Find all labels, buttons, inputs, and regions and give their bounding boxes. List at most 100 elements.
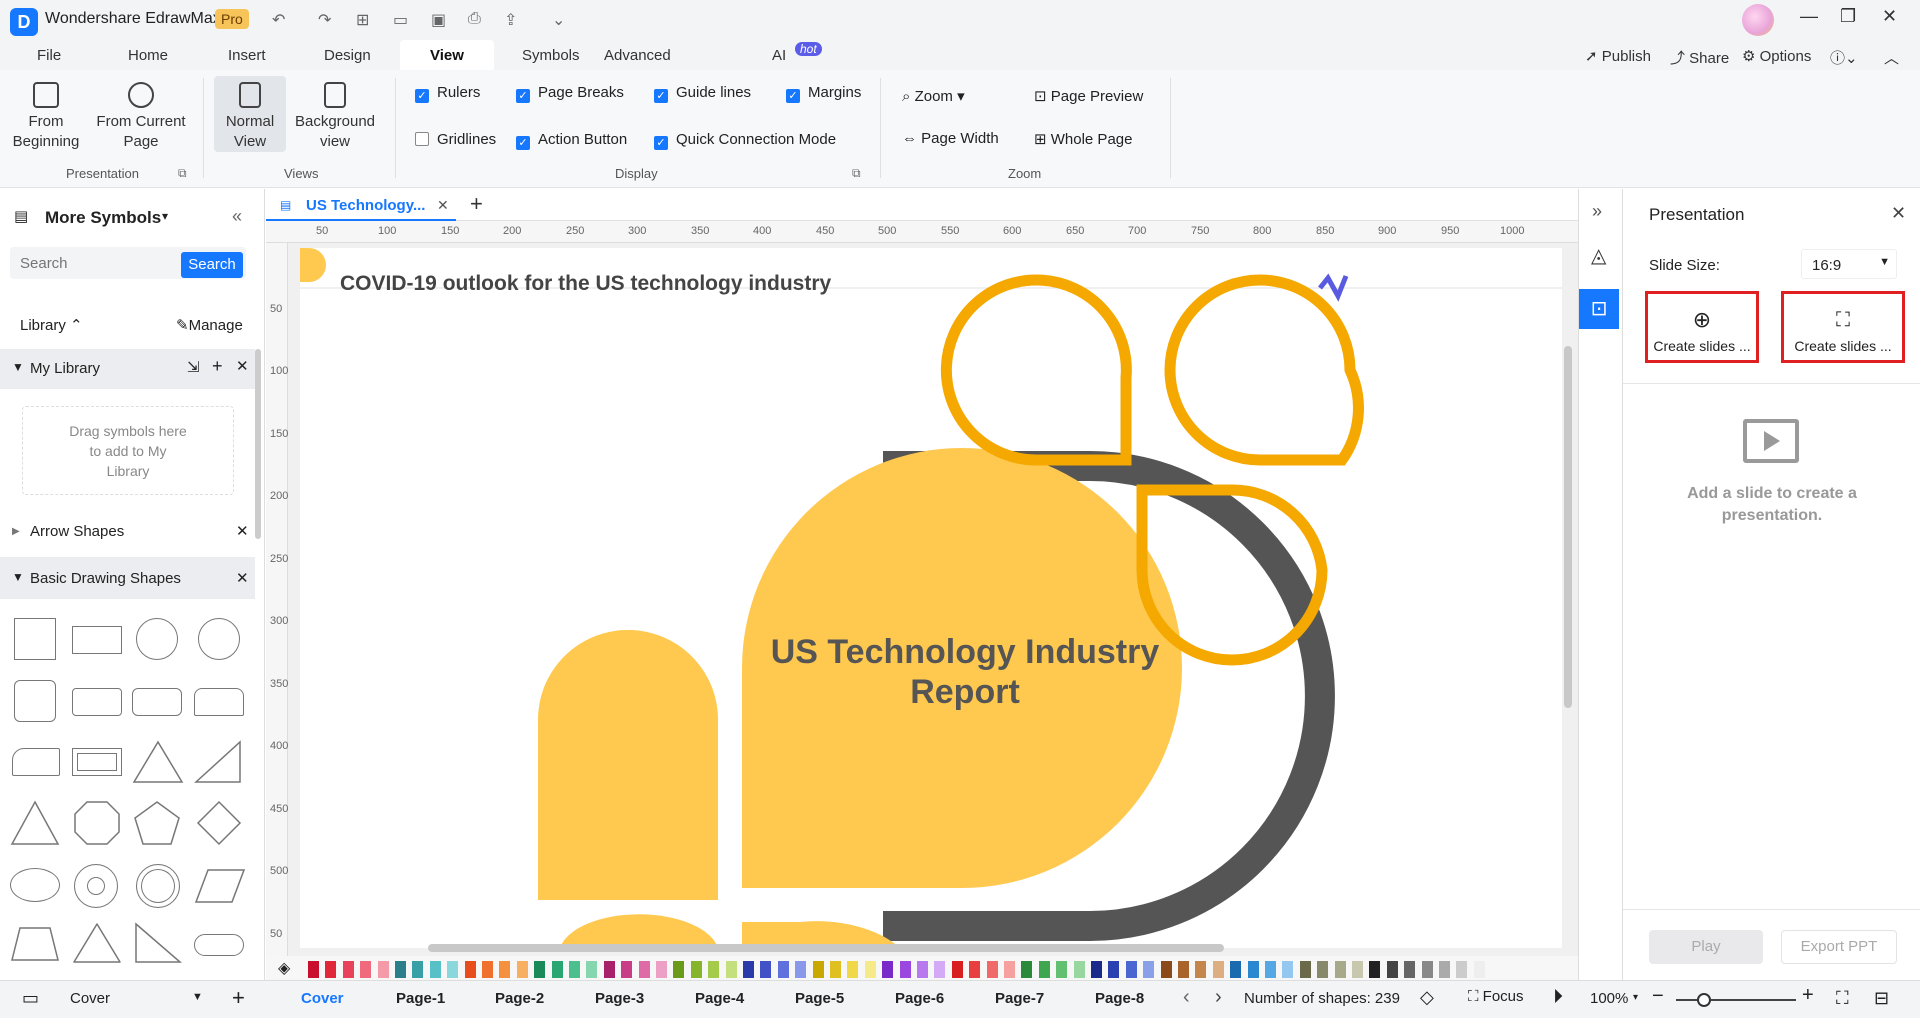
library-toggle[interactable]: Library ⌃	[20, 316, 83, 334]
redo-icon[interactable]: ↷	[318, 10, 331, 30]
current-page-select[interactable]: Cover	[70, 990, 110, 1007]
frame-shape[interactable]	[72, 748, 122, 776]
open-folder-icon[interactable]: ▭	[393, 10, 408, 30]
page-tab-5[interactable]: Page-5	[795, 990, 844, 1007]
close-icon[interactable]: ✕	[236, 357, 249, 375]
collapse-ribbon-icon[interactable]: ︿	[1884, 47, 1899, 68]
color-swatch[interactable]	[882, 961, 894, 978]
circle-shape[interactable]	[136, 618, 178, 660]
color-swatch[interactable]	[1160, 961, 1172, 978]
color-swatch[interactable]	[447, 961, 459, 978]
add-tab-icon[interactable]: +	[470, 191, 483, 217]
color-swatch[interactable]	[1439, 961, 1450, 978]
color-swatch[interactable]	[830, 961, 841, 978]
restore-icon[interactable]: ❐	[1840, 6, 1856, 27]
color-swatch[interactable]	[429, 961, 441, 978]
color-swatch[interactable]	[1212, 961, 1224, 978]
from-current-page-button[interactable]: From Current Page	[95, 82, 187, 152]
color-swatch[interactable]	[1369, 961, 1381, 978]
fill-paint-icon[interactable]: ◬	[1591, 243, 1606, 268]
layers-icon[interactable]: ◇	[1420, 987, 1434, 1008]
user-avatar[interactable]	[1742, 4, 1774, 36]
ellipse-shape[interactable]	[10, 868, 60, 902]
color-swatch[interactable]	[951, 961, 963, 978]
chevron-left-icon[interactable]: ‹	[1183, 986, 1190, 1009]
zoom-slider-track[interactable]	[1676, 999, 1796, 1001]
page-tab-2[interactable]: Page-2	[495, 990, 544, 1007]
rounded-triangle-shape[interactable]	[72, 922, 122, 964]
slide-size-select[interactable]: 16:9 ▼	[1801, 249, 1897, 279]
add-page-icon[interactable]: +	[232, 985, 245, 1011]
color-swatch[interactable]	[377, 961, 389, 978]
rounded-rectangle-shape-2[interactable]	[132, 688, 182, 716]
slide-main-title[interactable]: US Technology Industry Report	[760, 632, 1170, 712]
chevron-right-icon[interactable]: ›	[1215, 986, 1222, 1009]
color-swatch[interactable]	[917, 961, 928, 978]
play-presentation-icon[interactable]: ⏵	[1553, 986, 1563, 1009]
margins-checkbox[interactable]: ✓ Margins	[786, 84, 861, 103]
page-tab-6[interactable]: Page-6	[895, 990, 944, 1007]
color-swatch[interactable]	[1404, 961, 1416, 978]
right-triangle-shape-2[interactable]	[134, 922, 182, 964]
page-tab-4[interactable]: Page-4	[695, 990, 744, 1007]
export-ppt-button[interactable]: Export PPT	[1781, 930, 1897, 964]
zoom-dropdown[interactable]: ⌕ Zoom ▾	[902, 87, 965, 105]
color-swatch[interactable]	[777, 961, 789, 978]
parallelogram-shape[interactable]	[194, 868, 246, 904]
publish-button[interactable]: ➚ Publish	[1585, 47, 1651, 65]
zoom-slider-thumb[interactable]	[1697, 993, 1711, 1007]
focus-button[interactable]: ⛶ Focus	[1468, 988, 1524, 1005]
trapezoid-shape[interactable]	[10, 926, 60, 962]
top-rounded-rectangle-shape[interactable]	[194, 688, 244, 716]
slide-heading[interactable]: COVID-19 outlook for the US technology i…	[340, 272, 831, 296]
page-tab-1[interactable]: Page-1	[396, 990, 445, 1007]
color-swatch[interactable]	[464, 961, 476, 978]
close-icon[interactable]: ✕	[236, 522, 249, 540]
color-swatch[interactable]	[1091, 961, 1102, 978]
color-swatch[interactable]	[638, 961, 650, 978]
color-swatch[interactable]	[1178, 961, 1189, 978]
color-swatch[interactable]	[621, 961, 633, 978]
color-swatch[interactable]	[1038, 961, 1050, 978]
donut-shape[interactable]	[74, 864, 118, 908]
color-swatch[interactable]	[603, 961, 615, 978]
color-swatch[interactable]	[586, 961, 598, 978]
expand-panel-icon[interactable]: »	[1592, 201, 1602, 222]
page-thumbnail-icon[interactable]: ▭	[22, 988, 39, 1009]
gridlines-checkbox[interactable]: Gridlines	[415, 131, 496, 148]
menu-symbols[interactable]: Symbols	[522, 47, 580, 64]
full-screen-icon[interactable]: ⊟	[1874, 988, 1889, 1009]
color-swatch[interactable]	[1386, 961, 1398, 978]
color-swatch[interactable]	[482, 961, 493, 978]
color-swatch[interactable]	[1334, 961, 1346, 978]
create-slides-button-1[interactable]: ⊕ Create slides ...	[1645, 291, 1759, 363]
color-swatch[interactable]	[516, 961, 528, 978]
color-swatch[interactable]	[743, 961, 754, 978]
rounded-square-shape[interactable]	[14, 680, 56, 722]
color-swatch[interactable]	[986, 961, 998, 978]
close-tab-icon[interactable]: ✕	[437, 197, 449, 214]
chevron-down-icon[interactable]: ▾	[162, 209, 168, 223]
color-swatch[interactable]	[1421, 961, 1433, 978]
action-button-checkbox[interactable]: ✓ Action Button	[516, 131, 627, 150]
color-swatch[interactable]	[551, 961, 563, 978]
triangle-shape[interactable]	[132, 740, 184, 784]
print-icon[interactable]: ⎙	[468, 10, 481, 28]
menu-file[interactable]: File	[37, 47, 61, 64]
snip-rectangle-shape[interactable]	[12, 748, 60, 776]
create-slides-button-2[interactable]: ⛶ Create slides ...	[1781, 291, 1905, 363]
page-tab-8[interactable]: Page-8	[1095, 990, 1144, 1007]
circle-shape-2[interactable]	[198, 618, 240, 660]
color-swatch[interactable]	[325, 961, 337, 978]
pill-shape[interactable]	[194, 934, 244, 956]
rounded-rectangle-shape[interactable]	[72, 688, 122, 716]
menu-home[interactable]: Home	[128, 47, 168, 64]
chevron-down-icon[interactable]: ▾	[1633, 992, 1638, 1003]
guide-lines-checkbox[interactable]: ✓ Guide lines	[654, 84, 751, 103]
rulers-checkbox[interactable]: ✓ Rulers	[415, 84, 480, 103]
slide-page[interactable]: COVID-19 outlook for the US technology i…	[300, 248, 1562, 948]
color-swatch[interactable]	[725, 961, 737, 978]
play-button[interactable]: Play	[1649, 930, 1763, 964]
horizontal-scrollbar[interactable]	[428, 944, 1224, 952]
color-swatch[interactable]	[1282, 961, 1294, 978]
